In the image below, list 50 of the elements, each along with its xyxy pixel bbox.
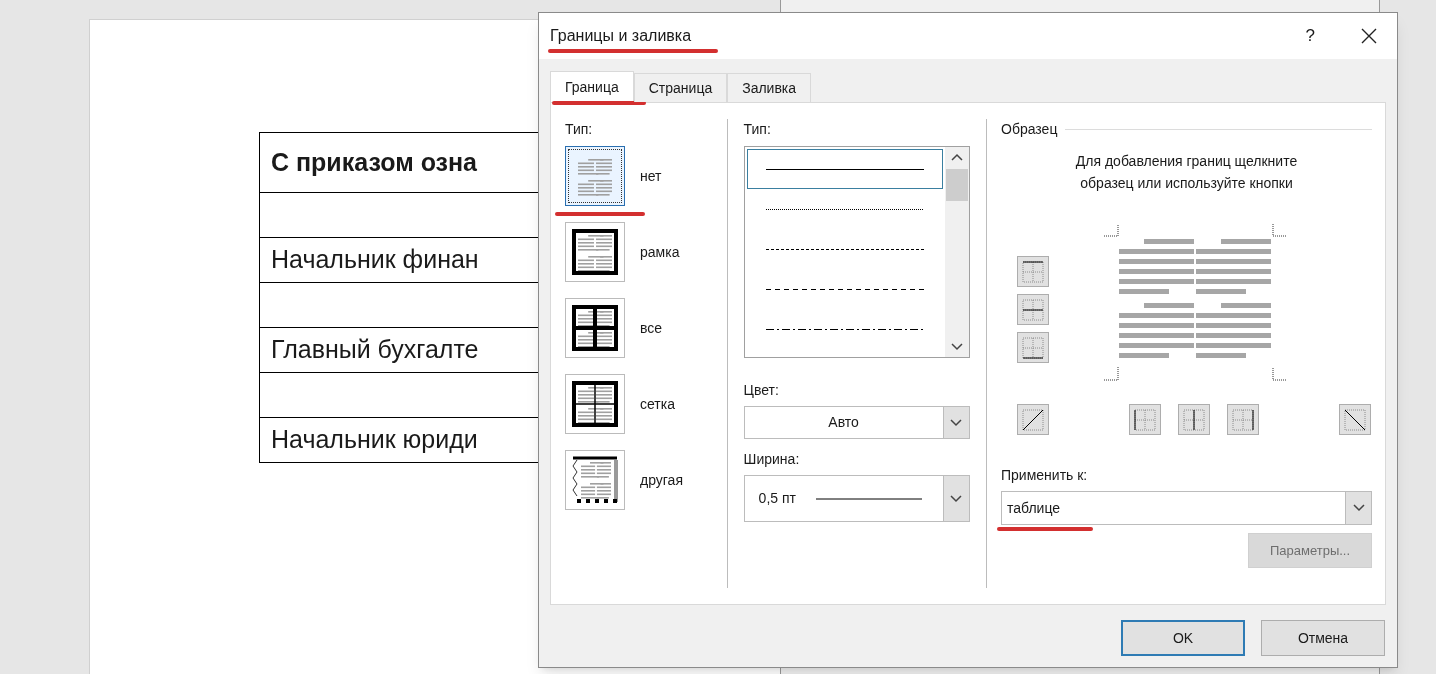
style-label: Тип:	[743, 120, 772, 139]
chevron-up-icon	[950, 153, 963, 161]
setting-label: Тип:	[565, 120, 594, 139]
border-setting-button[interactable]	[565, 450, 625, 510]
chevron-down-icon	[1352, 504, 1365, 512]
dialog-button[interactable]: Отмена	[1261, 620, 1385, 656]
line-style-option[interactable]	[746, 149, 943, 189]
tab[interactable]: Заливка	[727, 73, 812, 102]
border-toggle-button[interactable]	[1017, 294, 1049, 325]
width-value: 0,5 пт	[758, 489, 796, 508]
border-setting-button[interactable]	[565, 298, 625, 358]
tab[interactable]: Страница	[633, 73, 728, 102]
close-icon[interactable]	[1361, 28, 1377, 44]
border-toggle-button[interactable]	[1178, 404, 1210, 435]
chevron-down-icon	[950, 418, 963, 427]
dialog-button[interactable]: OK	[1121, 620, 1245, 656]
apply-to-dropdown[interactable]: таблице	[1001, 491, 1372, 525]
border-setting-button[interactable]	[565, 222, 625, 282]
preview-label: Образец	[1001, 120, 1058, 139]
scrollbar[interactable]	[944, 147, 969, 357]
chevron-down-icon	[950, 343, 963, 351]
scrollbar-thumb[interactable]	[945, 169, 968, 201]
border-toggle-button[interactable]	[1227, 404, 1259, 435]
setting-label: все	[640, 318, 663, 338]
apply-to-label: Применить к:	[1001, 466, 1089, 485]
border-toggle-button[interactable]	[1017, 404, 1049, 435]
border-toggle-button[interactable]	[1017, 332, 1049, 363]
color-dropdown[interactable]: Авто	[743, 406, 970, 439]
width-label: Ширина:	[743, 450, 801, 469]
line-style-list[interactable]	[743, 146, 970, 358]
width-dropdown[interactable]: 0,5 пт	[743, 475, 970, 522]
all-borders-icon	[571, 304, 619, 352]
setting-label: нет	[640, 166, 662, 186]
setting-label: рамка	[640, 242, 680, 262]
setting-label: сетка	[640, 394, 675, 414]
window-title: Границы и заливка	[550, 26, 693, 46]
grid-borders-icon	[571, 380, 619, 428]
setting-label: другая	[640, 470, 683, 490]
color-label: Цвет:	[743, 381, 780, 400]
custom-border-icon	[571, 456, 619, 504]
border-toggle-button[interactable]	[1129, 404, 1161, 435]
border-setting-button[interactable]	[565, 374, 625, 434]
help-button[interactable]: ?	[1305, 25, 1315, 47]
chevron-down-icon	[950, 494, 963, 503]
border-toggle-button[interactable]	[1017, 256, 1049, 287]
border-setting-button[interactable]	[565, 146, 625, 206]
box-border-icon	[571, 228, 619, 276]
preview-hint: Для добавления границ щелкните образец или используйте кнопки	[1074, 152, 1299, 193]
border-toggle-button[interactable]	[1339, 404, 1371, 435]
tab[interactable]: Граница	[550, 71, 634, 102]
